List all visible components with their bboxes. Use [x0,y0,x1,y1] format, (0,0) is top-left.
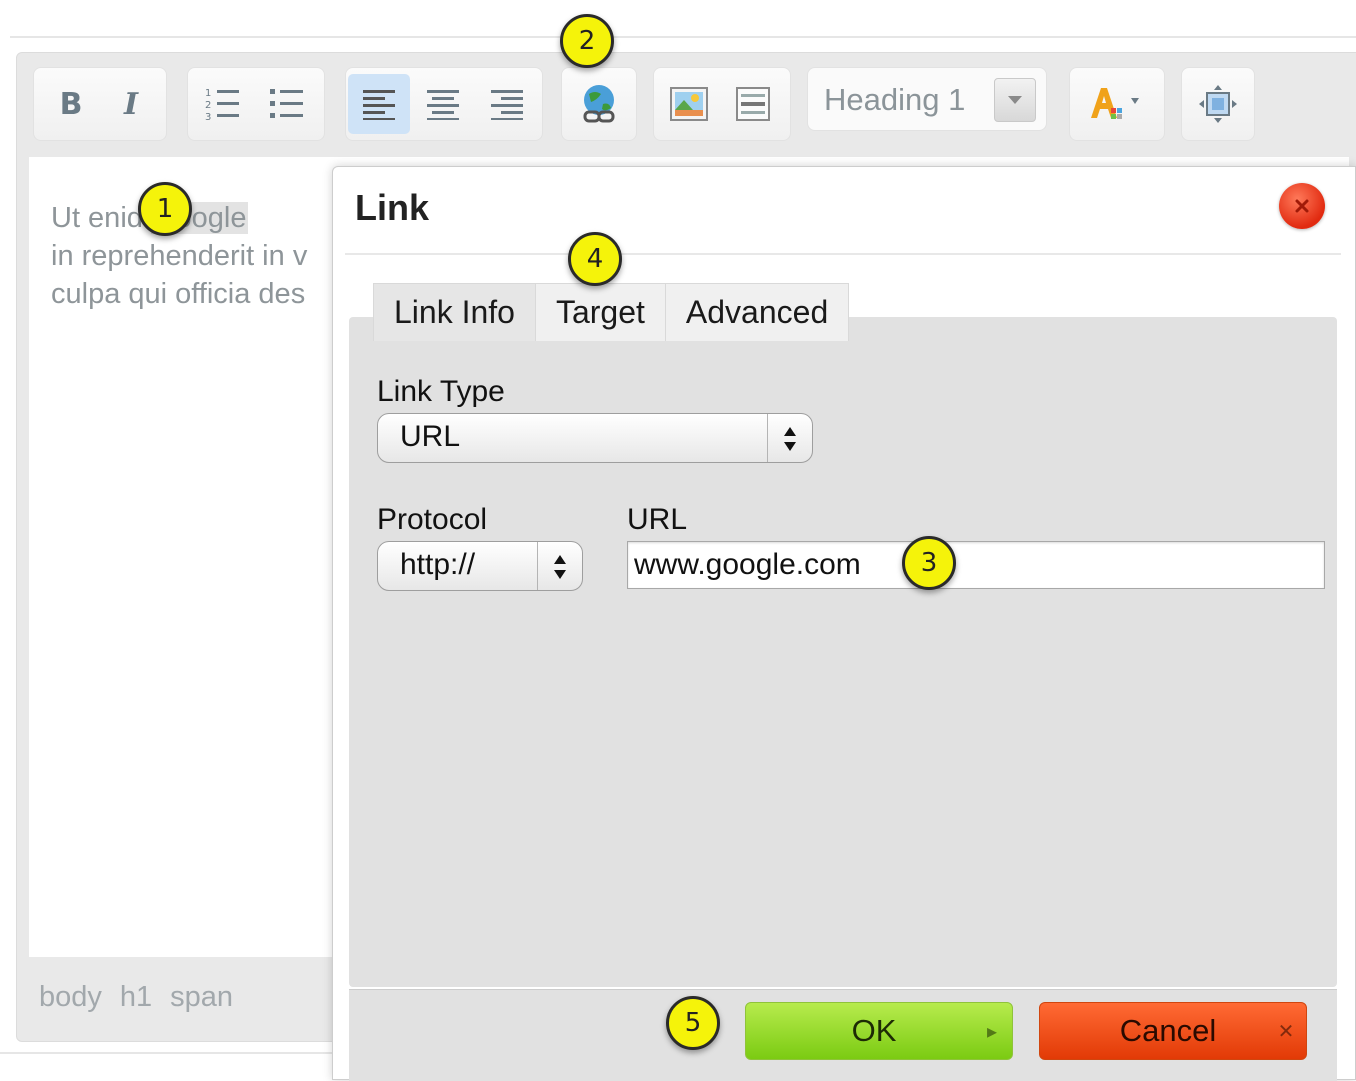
text-color-group [1069,67,1165,141]
select-divider [537,542,538,590]
tab-target[interactable]: Target [534,283,666,341]
link-globe-icon [583,85,615,123]
cancel-button-label: Cancel [1119,1013,1217,1048]
link-type-value: URL [400,420,461,453]
protocol-select[interactable]: http:// [377,541,583,591]
bulleted-list-icon [270,89,303,118]
url-input[interactable] [627,541,1325,589]
heading-format-select[interactable]: Heading 1 [807,67,1047,131]
link-dialog: Link Link Type URL Protocol http:// URL … [332,166,1356,1081]
align-left-icon [363,90,395,120]
close-icon [1295,199,1309,213]
cancel-button[interactable]: Cancel ✕ [1039,1002,1307,1060]
select-divider [767,414,768,462]
numbered-list-icon: 123 [205,88,239,123]
callout-1: 1 [138,182,192,236]
path-body[interactable]: body [39,981,102,1014]
tab-link-info[interactable]: Link Info [373,283,536,341]
callout-2: 2 [560,14,614,68]
dialog-title: Link [355,187,430,228]
align-right-button[interactable] [480,74,534,134]
align-left-button[interactable] [348,74,410,134]
callout-5: 5 [666,996,720,1050]
svg-text:1: 1 [205,88,211,99]
ok-button-label: OK [851,1013,897,1048]
link-group [561,67,637,141]
url-label: URL [627,503,688,536]
heading-dropdown-button[interactable] [994,78,1036,122]
image-icon [670,87,708,121]
top-divider [10,36,1356,38]
insert-link-button[interactable] [572,74,626,134]
content-line-2: in reprehenderit in v [51,240,308,272]
path-h1[interactable]: h1 [120,981,152,1014]
cancel-x-icon: ✕ [1277,1020,1295,1043]
source-view-button[interactable] [1191,74,1245,134]
protocol-value: http:// [400,548,476,581]
insert-image-button[interactable] [662,74,716,134]
bulleted-list-button[interactable] [260,74,314,134]
editor-toolbar: B I 123 Heading 1 [17,53,1356,153]
path-span[interactable]: span [170,981,233,1014]
link-type-select[interactable]: URL [377,413,813,463]
ok-button[interactable]: OK ▸ [745,1002,1013,1060]
dialog-title-separator [345,253,1341,255]
dialog-tabs: Link Info Target Advanced [373,283,850,343]
list-group: 123 [187,67,325,141]
callout-4: 4 [568,232,622,286]
bold-icon: B [59,86,83,122]
horizontal-rule-button[interactable] [726,74,780,134]
italic-button[interactable]: I [104,74,158,134]
text-color-button[interactable] [1080,74,1154,134]
callout-3: 3 [902,536,956,590]
heading-format-value: Heading 1 [824,82,966,117]
editor-paragraph: Ut enid Google in reprehenderit in v culpa… [51,199,351,313]
play-arrow-icon: ▸ [986,1020,998,1043]
bold-button[interactable]: B [44,74,98,134]
dialog-close-button[interactable] [1279,183,1325,229]
numbered-list-button[interactable]: 123 [196,74,250,134]
link-info-panel: Link Type URL Protocol http:// URL [349,317,1337,987]
select-arrows-icon [554,555,566,579]
link-type-label: Link Type [377,375,505,408]
align-center-button[interactable] [416,74,470,134]
text-color-icon [1091,88,1139,119]
align-right-icon [491,90,523,120]
align-center-icon [427,90,459,120]
maximize-icon [1199,85,1237,123]
tab-advanced[interactable]: Advanced [664,283,850,341]
select-arrows-icon [784,427,796,451]
svg-text:3: 3 [205,112,211,123]
dialog-footer: OK ▸ Cancel ✕ [349,989,1337,1081]
chevron-down-icon [1008,96,1022,104]
alignment-group [345,67,543,141]
insert-group [653,67,791,141]
horizontal-rule-icon [736,87,770,121]
italic-icon: I [123,86,139,122]
content-line-3: culpa qui officia des [51,278,306,310]
source-group [1181,67,1255,141]
element-path-bar: body h1 span [39,981,233,1014]
format-group: B I [33,67,167,141]
svg-text:2: 2 [205,100,211,111]
protocol-label: Protocol [377,503,488,536]
content-text-start: Ut eni [51,202,127,234]
